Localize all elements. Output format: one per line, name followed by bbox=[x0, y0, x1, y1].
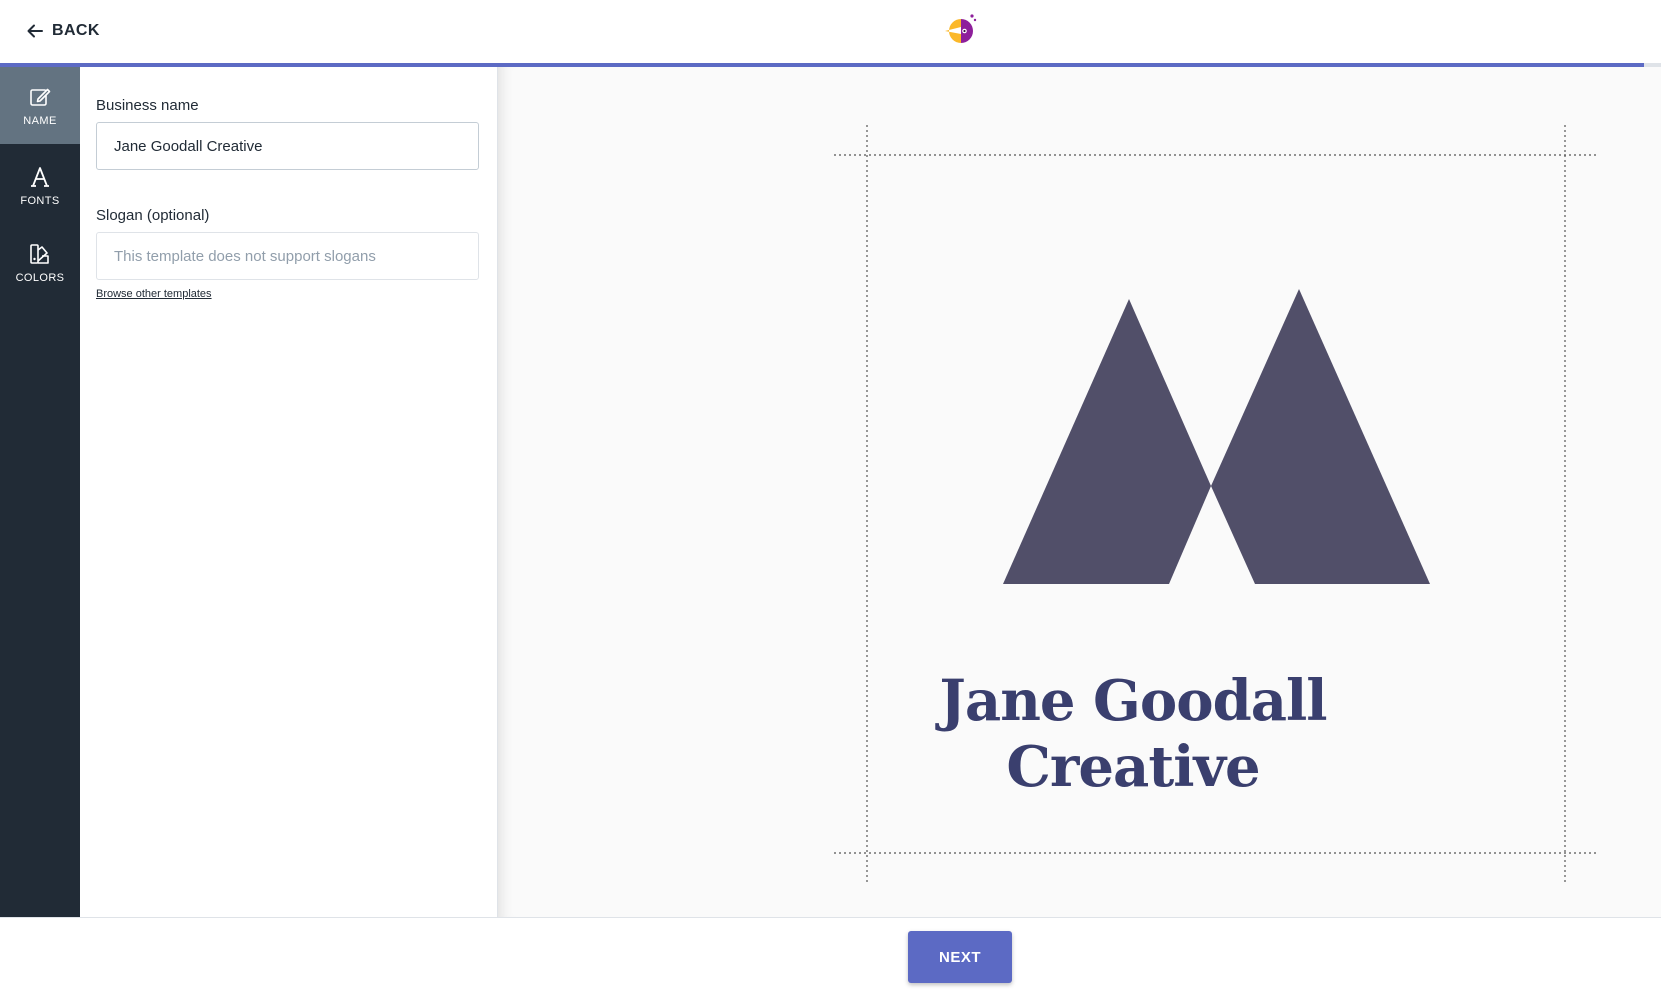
business-name-label: Business name bbox=[96, 97, 199, 114]
next-button[interactable]: NEXT bbox=[908, 931, 1012, 983]
top-bar: BACK bbox=[0, 0, 1661, 67]
sidebar: NAME FONTS COLORS bbox=[0, 67, 80, 917]
bottom-bar: NEXT bbox=[0, 917, 1661, 998]
logo-business-name: Jane Goodall Creative bbox=[939, 668, 1327, 800]
sidebar-item-colors[interactable]: COLORS bbox=[0, 224, 80, 301]
logo-mark-right-peak bbox=[1211, 289, 1430, 584]
back-button[interactable]: BACK bbox=[26, 18, 100, 44]
edit-icon bbox=[30, 88, 51, 106]
sidebar-item-name[interactable]: NAME bbox=[0, 67, 80, 144]
settings-panel: Business name Slogan (optional) Browse o… bbox=[80, 67, 498, 917]
sidebar-item-fonts[interactable]: FONTS bbox=[0, 147, 80, 224]
slogan-input[interactable] bbox=[96, 232, 479, 280]
logo-mark-left-peak bbox=[1003, 299, 1211, 584]
business-name-input[interactable] bbox=[96, 122, 479, 170]
font-icon bbox=[31, 166, 49, 187]
sidebar-item-label: COLORS bbox=[15, 271, 65, 284]
sidebar-item-label: FONTS bbox=[20, 194, 60, 207]
brand-bird-logo-icon bbox=[945, 14, 977, 43]
logo-mark bbox=[1003, 289, 1430, 584]
palette-icon bbox=[30, 243, 49, 264]
browse-templates-link[interactable]: Browse other templates bbox=[96, 288, 212, 300]
arrow-left-icon bbox=[27, 24, 43, 38]
back-label: BACK bbox=[52, 22, 100, 39]
slogan-label: Slogan (optional) bbox=[96, 207, 210, 224]
sidebar-item-label: NAME bbox=[23, 114, 57, 127]
